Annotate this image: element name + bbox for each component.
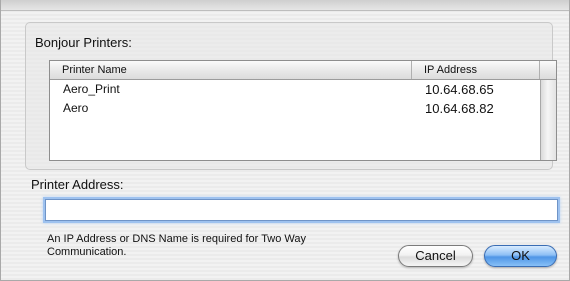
column-header-printer-name[interactable]: Printer Name: [50, 61, 412, 79]
column-header-ip-address[interactable]: IP Address: [412, 61, 540, 79]
ip-address-cell: 10.64.68.82: [425, 101, 494, 116]
dialog-top-edge: [1, 0, 569, 11]
printer-address-label: Printer Address:: [31, 177, 124, 192]
ok-button[interactable]: OK: [484, 245, 557, 267]
table-header: Printer Name IP Address: [50, 61, 556, 80]
printer-dialog: Bonjour Printers: Printer Name IP Addres…: [0, 0, 570, 281]
table-row[interactable]: Aero 10.64.68.82: [50, 99, 540, 118]
printer-name-cell: Aero_Print: [63, 82, 120, 96]
cancel-button[interactable]: Cancel: [398, 245, 473, 267]
printer-address-input[interactable]: [45, 199, 558, 221]
vertical-scrollbar[interactable]: [540, 80, 556, 160]
printer-name-cell: Aero: [63, 101, 89, 115]
header-corner: [540, 61, 556, 79]
requirement-note: An IP Address or DNS Name is required fo…: [47, 233, 307, 258]
table-row[interactable]: Aero_Print 10.64.68.65: [50, 80, 540, 99]
ip-address-cell: 10.64.68.65: [425, 82, 494, 97]
printer-table[interactable]: Printer Name IP Address Aero_Print 10.64…: [49, 60, 557, 161]
bonjour-printers-label: Bonjour Printers:: [35, 35, 132, 50]
